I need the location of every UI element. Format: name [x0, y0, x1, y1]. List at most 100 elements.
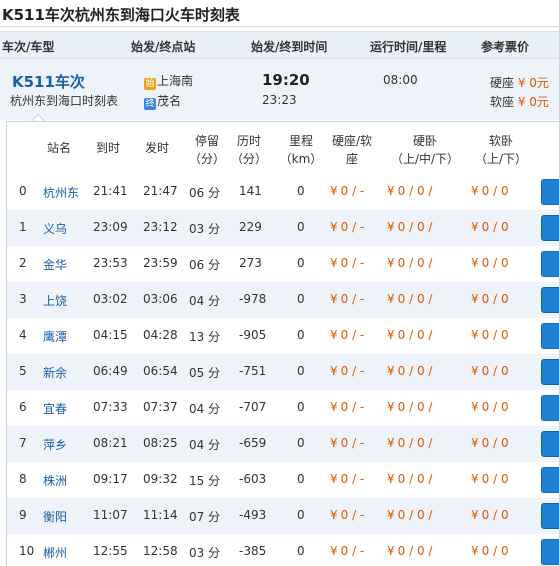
row-seq: 3 [19, 292, 27, 306]
col-seat-line2: 座 [345, 152, 358, 166]
row-stay: 06 分 [189, 186, 221, 200]
book-ticket-button[interactable] [541, 503, 559, 529]
price-value: 0 / 0 [481, 328, 509, 342]
row-price-soft-sleeper: ¥0 / 0 [471, 328, 509, 342]
row-arrive: 09:17 [93, 472, 128, 486]
row-station-link[interactable]: 株洲 [43, 472, 67, 489]
row-seq: 7 [19, 436, 27, 450]
end-station: 终茂名 [144, 92, 181, 110]
yen-sign: ¥ [387, 256, 395, 270]
row-seq: 8 [19, 472, 27, 486]
schedule-table: 站名 到时 发时 停留 （分） 历时 （分） 里程 （km） 硬座/软 座 硬卧… [6, 121, 559, 566]
book-ticket-button[interactable] [541, 359, 559, 385]
book-ticket-button[interactable] [541, 215, 559, 241]
col-depart: 发时 [145, 141, 170, 155]
table-row: 1 义乌 23:09 23:12 03 分 229 0 ¥0 / - ¥0 / 0 /¥0 / … [7, 210, 559, 246]
row-stay: 04 分 [189, 438, 221, 452]
row-stay: 03 分 [189, 546, 221, 560]
row-depart: 04:28 [143, 328, 178, 342]
yen-sign: ¥ [387, 328, 395, 342]
summary-header-train: 车次/车型 [2, 40, 55, 54]
book-ticket-button[interactable] [541, 467, 559, 493]
price-value: 0 / - [340, 220, 365, 234]
yen-sign: ¥ [330, 400, 338, 414]
row-price-hard-sleeper: ¥0 / 0 / [387, 544, 432, 558]
row-depart: 07:37 [143, 400, 178, 414]
row-seq: 9 [19, 508, 27, 522]
book-ticket-button[interactable] [541, 323, 559, 349]
yen-sign: ¥ [471, 328, 479, 342]
row-station-link[interactable]: 金华 [43, 256, 67, 273]
row-station-link[interactable]: 衡阳 [43, 508, 67, 525]
row-distance: 0 [297, 364, 305, 378]
yen-sign: ¥ [330, 220, 338, 234]
row-price-seat: ¥0 / - [330, 184, 364, 198]
col-distance-line1: 里程 [288, 134, 313, 148]
price-value: 0 / - [340, 544, 365, 558]
book-ticket-button[interactable] [541, 539, 559, 565]
row-price-soft-sleeper: ¥0 / 0 [471, 508, 509, 522]
row-price-soft-sleeper: ¥0 / 0 [471, 364, 509, 378]
row-arrive: 03:02 [93, 292, 128, 306]
row-elapsed: -493 [239, 508, 267, 522]
start-station-name[interactable]: 上海南 [157, 74, 193, 88]
row-price-soft-sleeper: ¥0 / 0 [471, 544, 509, 558]
row-price-soft-sleeper: ¥0 / 0 [471, 472, 509, 486]
row-stay: 03 分 [189, 222, 221, 236]
book-ticket-button[interactable] [541, 287, 559, 313]
row-station-link[interactable]: 宜春 [43, 400, 67, 417]
start-badge-icon: 始 [144, 78, 156, 90]
price-value: 0 / - [340, 184, 365, 198]
price-value: 0 / 0 [481, 472, 509, 486]
row-distance: 0 [297, 436, 305, 450]
row-price-seat: ¥0 / - [330, 292, 364, 306]
row-station-link[interactable]: 郴州 [43, 544, 67, 561]
row-price-soft-sleeper: ¥0 / 0 [471, 184, 509, 198]
price-value: 0 / 0 [481, 364, 509, 378]
price-value: 0 / 0 [481, 436, 509, 450]
row-arrive: 23:53 [93, 256, 128, 270]
row-station-link[interactable]: 新余 [43, 364, 67, 381]
row-elapsed: -707 [239, 400, 267, 414]
row-arrive: 21:41 [93, 184, 128, 198]
yen-sign: ¥ [471, 292, 479, 306]
row-station-link[interactable]: 萍乡 [43, 436, 67, 453]
yen-sign: ¥ [471, 364, 479, 378]
row-elapsed: -905 [239, 328, 267, 342]
row-depart: 23:12 [143, 220, 178, 234]
summary-row: K511车次 杭州东到海口时刻表 始上海南 终茂名 19:20 23:23 08… [0, 59, 559, 120]
table-row: 0 杭州东 21:41 21:47 06 分 141 0 ¥0 / - ¥0 / 0 /¥0 /… [7, 174, 559, 210]
price-value: 0 / 0 / [397, 256, 433, 270]
book-ticket-button[interactable] [541, 395, 559, 421]
price-value: 0 / 0 [481, 400, 509, 414]
row-price-seat: ¥0 / - [330, 508, 364, 522]
book-ticket-button[interactable] [541, 431, 559, 457]
row-price-hard-sleeper: ¥0 / 0 / [387, 184, 432, 198]
row-station-link[interactable]: 鹰潭 [43, 328, 67, 345]
yen-sign: ¥ [330, 508, 338, 522]
train-code-link[interactable]: K511车次 [12, 71, 85, 92]
row-elapsed: -751 [239, 364, 267, 378]
price-value: 0 / 0 [481, 184, 509, 198]
book-ticket-button[interactable] [541, 179, 559, 205]
row-station-link[interactable]: 杭州东 [43, 184, 79, 201]
price-value: 0 / - [340, 508, 365, 522]
row-stay: 15 分 [189, 474, 221, 488]
yen-sign: ¥ [330, 472, 338, 486]
row-distance: 0 [297, 328, 305, 342]
row-seq: 6 [19, 400, 27, 414]
row-arrive: 23:09 [93, 220, 128, 234]
col-station: 站名 [47, 141, 72, 155]
row-elapsed: 273 [239, 256, 262, 270]
price-hard-seat: 硬座 ¥ 0元 [490, 74, 549, 91]
table-row: 3 上饶 03:02 03:06 04 分 -978 0 ¥0 / - ¥0 / 0 /¥0 /… [7, 282, 559, 318]
price-value: 0 / 0 [481, 292, 509, 306]
row-distance: 0 [297, 400, 305, 414]
row-depart: 23:59 [143, 256, 178, 270]
row-seq: 0 [19, 184, 27, 198]
row-elapsed: -603 [239, 472, 267, 486]
row-station-link[interactable]: 义乌 [43, 220, 67, 237]
book-ticket-button[interactable] [541, 251, 559, 277]
row-station-link[interactable]: 上饶 [43, 292, 67, 309]
end-station-name[interactable]: 茂名 [157, 94, 181, 108]
